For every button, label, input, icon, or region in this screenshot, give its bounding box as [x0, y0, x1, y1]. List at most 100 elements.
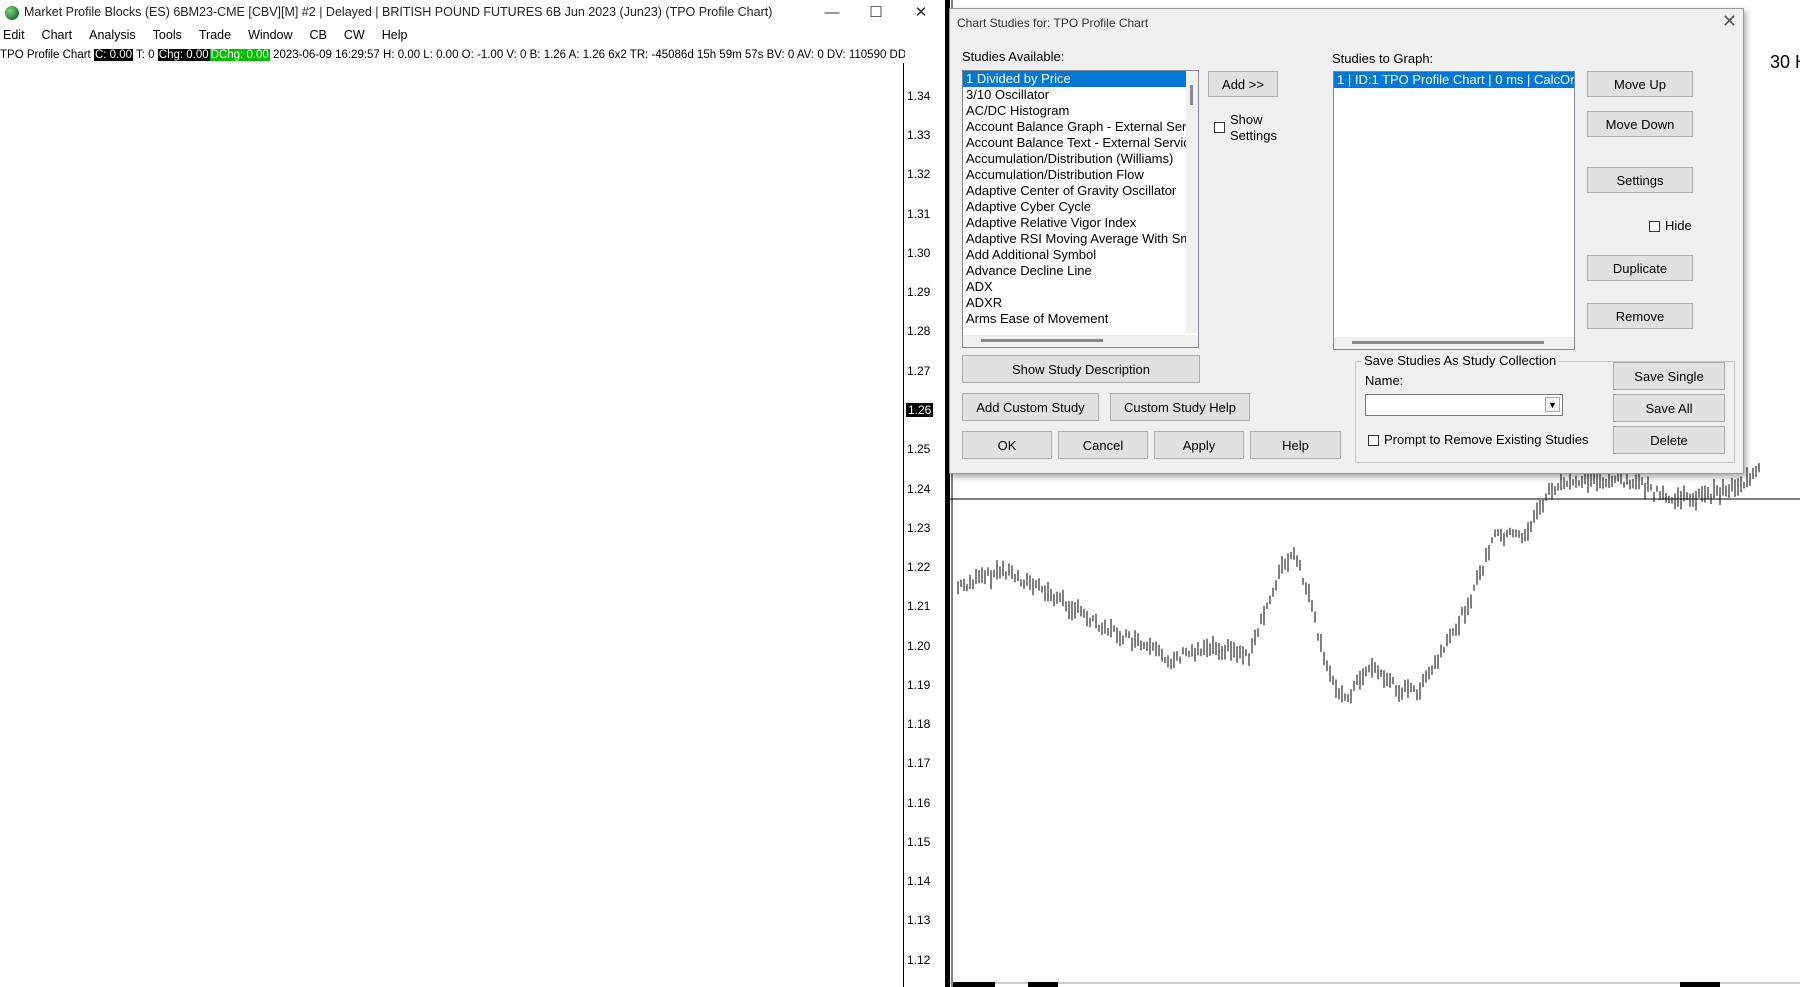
axis-tick: 1.20	[907, 639, 931, 653]
axis-tick: 1.18	[907, 717, 931, 731]
chart-studies-dialog: Chart Studies for: TPO Profile Chart ✕ S…	[949, 8, 1744, 474]
menu-tools[interactable]: Tools	[153, 28, 182, 42]
collection-name-combo[interactable]: ▼	[1365, 394, 1563, 416]
settings-button[interactable]: Settings	[1587, 167, 1693, 193]
price-axis: 1.34 1.33 1.32 1.31 1.30 1.29 1.28 1.27 …	[903, 63, 945, 987]
studies-to-graph-label: Studies to Graph:	[1332, 51, 1434, 66]
axis-tick: 1.22	[907, 560, 931, 574]
prompt-remove-checkbox[interactable]	[1368, 435, 1379, 446]
list-item[interactable]: Adaptive Center of Gravity Oscillator	[963, 183, 1186, 199]
list-item[interactable]: 1 Divided by Price	[963, 71, 1186, 87]
info-details: 2023-06-09 16:29:57 H: 0.00 L: 0.00 O: -…	[273, 49, 905, 61]
menu-chart[interactable]: Chart	[42, 28, 73, 42]
axis-tick: 1.23	[907, 521, 931, 535]
info-study-name: TPO Profile Chart	[0, 49, 91, 61]
close-window-button[interactable]: ✕	[911, 3, 931, 23]
menu-cb[interactable]: CB	[310, 28, 327, 42]
show-settings-checkbox[interactable]	[1214, 122, 1225, 133]
menu-bar: Edit Chart Analysis Tools Trade Window CB CW Hel…	[0, 28, 421, 46]
duplicate-button[interactable]: Duplicate	[1587, 255, 1693, 281]
save-single-button[interactable]: Save Single	[1613, 362, 1725, 390]
list-item[interactable]: ADX	[963, 279, 1186, 295]
scroll-thumb[interactable]	[1352, 341, 1544, 344]
available-horizontal-scrollbar[interactable]	[963, 335, 1198, 347]
top-right-price-readout: 30 H: 1.	[1770, 52, 1800, 72]
list-item[interactable]: Accumulation/Distribution (Williams)	[963, 151, 1186, 167]
add-study-button[interactable]: Add >>	[1208, 71, 1278, 97]
time-axis-marker	[953, 982, 995, 987]
menu-edit[interactable]: Edit	[3, 28, 25, 42]
collection-name-label: Name:	[1365, 373, 1404, 388]
list-item[interactable]: 1 | ID:1 TPO Profile Chart | 0 ms | Calc…	[1334, 72, 1574, 88]
delete-button[interactable]: Delete	[1613, 426, 1725, 454]
show-study-description-button[interactable]: Show Study Description	[962, 355, 1200, 383]
axis-tick: 1.17	[907, 756, 931, 770]
axis-tick: 1.34	[907, 89, 931, 103]
save-all-button[interactable]: Save All	[1613, 394, 1725, 422]
studies-available-items: 1 Divided by Price 3/10 Oscillator AC/DC…	[963, 71, 1198, 327]
move-up-button[interactable]: Move Up	[1587, 71, 1693, 97]
list-item[interactable]: Account Balance Graph - External Service	[963, 119, 1198, 135]
info-change: Chg: 0.00	[157, 49, 210, 61]
help-button[interactable]: Help	[1250, 431, 1341, 459]
show-settings-label-line2: Settings	[1230, 128, 1277, 143]
dialog-title: Chart Studies for: TPO Profile Chart	[957, 16, 1149, 30]
menu-cw[interactable]: CW	[344, 28, 365, 42]
cancel-button[interactable]: Cancel	[1058, 431, 1148, 459]
info-ticks: T: 0	[136, 49, 155, 61]
axis-current-price: 1.26	[906, 403, 934, 417]
studies-available-list[interactable]: 1 Divided by Price 3/10 Oscillator AC/DC…	[962, 70, 1199, 348]
menu-analysis[interactable]: Analysis	[89, 28, 136, 42]
menu-window[interactable]: Window	[248, 28, 292, 42]
minimize-button[interactable]: —	[822, 3, 842, 23]
axis-tick: 1.27	[907, 364, 931, 378]
list-item[interactable]: Accumulation/Distribution Flow	[963, 167, 1186, 183]
maximize-button[interactable]: ☐	[866, 3, 886, 23]
remove-button[interactable]: Remove	[1587, 303, 1693, 329]
menu-trade[interactable]: Trade	[199, 28, 231, 42]
chart-info-bar: TPO Profile Chart C: 0.00 T: 0 Chg: 0.00…	[0, 47, 905, 63]
axis-tick: 1.31	[907, 207, 931, 221]
list-item[interactable]: ADXR	[963, 295, 1186, 311]
list-item[interactable]: Add Additional Symbol	[963, 247, 1186, 263]
studies-available-label: Studies Available:	[962, 49, 1065, 64]
move-down-button[interactable]: Move Down	[1587, 111, 1693, 137]
ok-button[interactable]: OK	[962, 431, 1052, 459]
axis-tick: 1.29	[907, 285, 931, 299]
list-item[interactable]: Arms Ease of Movement	[963, 311, 1186, 327]
dialog-close-icon[interactable]: ✕	[1722, 11, 1737, 32]
list-item[interactable]: Advance Decline Line	[963, 263, 1186, 279]
list-item[interactable]: Adaptive Cyber Cycle	[963, 199, 1186, 215]
available-vertical-scrollbar[interactable]	[1186, 71, 1198, 333]
scroll-thumb[interactable]	[1190, 85, 1193, 105]
study-collection-group-label: Save Studies As Study Collection	[1361, 353, 1560, 368]
hide-checkbox[interactable]	[1649, 221, 1660, 232]
chevron-down-icon[interactable]: ▼	[1545, 397, 1560, 412]
menu-help[interactable]: Help	[382, 28, 408, 42]
list-item[interactable]: 3/10 Oscillator	[963, 87, 1186, 103]
custom-study-help-button[interactable]: Custom Study Help	[1110, 393, 1250, 421]
time-axis-marker	[1028, 982, 1058, 987]
axis-tick: 1.16	[907, 796, 931, 810]
list-item[interactable]: Account Balance Text - External Service	[963, 135, 1197, 151]
add-custom-study-button[interactable]: Add Custom Study	[962, 393, 1099, 421]
axis-tick: 1.12	[907, 953, 931, 967]
info-daily-change: DChg: 0.00	[209, 49, 270, 61]
show-settings-label-line1: Show	[1230, 112, 1263, 127]
prompt-remove-label: Prompt to Remove Existing Studies	[1384, 432, 1589, 447]
window-title: Market Profile Blocks (ES) 6BM23-CME [CB…	[24, 5, 773, 19]
scroll-thumb[interactable]	[981, 339, 1103, 342]
app-globe-icon	[5, 6, 19, 20]
axis-tick: 1.21	[907, 599, 931, 613]
axis-tick: 1.32	[907, 167, 931, 181]
list-item[interactable]: Adaptive Relative Vigor Index	[963, 215, 1186, 231]
graph-horizontal-scrollbar[interactable]	[1334, 337, 1574, 349]
list-item[interactable]: AC/DC Histogram	[963, 103, 1186, 119]
studies-to-graph-list[interactable]: 1 | ID:1 TPO Profile Chart | 0 ms | Calc…	[1333, 71, 1575, 350]
axis-tick: 1.30	[907, 246, 931, 260]
left-chart-area[interactable]	[0, 63, 903, 987]
list-item[interactable]: Adaptive RSI Moving Average With Smoothi…	[963, 231, 1198, 247]
axis-tick: 1.15	[907, 835, 931, 849]
time-axis-marker	[1680, 982, 1720, 987]
apply-button[interactable]: Apply	[1154, 431, 1244, 459]
